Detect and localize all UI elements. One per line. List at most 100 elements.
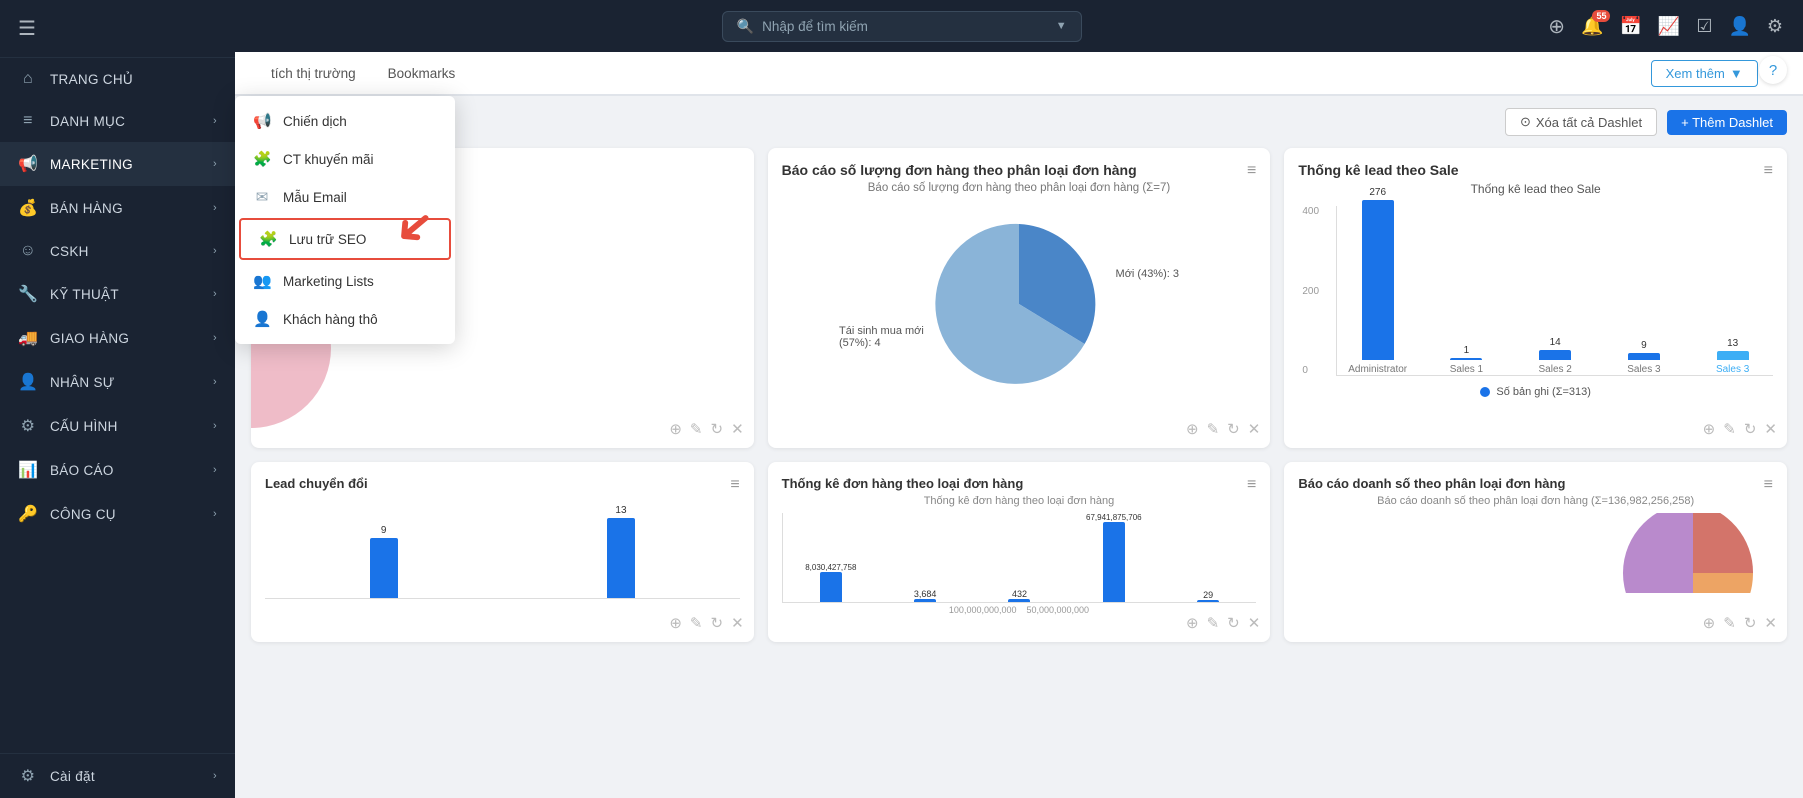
card3-refresh-icon[interactable]: ↻ <box>1744 420 1757 438</box>
chevron-right-icon-congcu: › <box>213 508 217 520</box>
notification-icon[interactable]: 🔔 55 <box>1581 16 1603 37</box>
chevron-right-icon-nhansu: › <box>213 376 217 388</box>
card2-refresh-icon[interactable]: ↻ <box>1227 420 1240 438</box>
card3-close-icon[interactable]: ✕ <box>1764 420 1777 438</box>
tab-bookmarks[interactable]: Bookmarks <box>372 56 472 93</box>
sidebar-item-nhan-su[interactable]: 👤 NHÂN SỰ › <box>0 360 235 404</box>
card2-close-icon[interactable]: ✕ <box>1248 420 1261 438</box>
them-dashlet-button[interactable]: + Thêm Dashlet <box>1667 110 1787 135</box>
sidebar-item-cong-cu[interactable]: 🔑 CÔNG CỤ › <box>0 492 235 536</box>
card-r2-1-menu[interactable]: ≡ <box>730 476 739 494</box>
dashboard: ⊙ Xóa tất cả Dashlet + Thêm Dashlet Tặng… <box>235 96 1803 798</box>
card-r2-3-add-icon[interactable]: ⊕ <box>1703 614 1716 632</box>
sidebar-item-ky-thuat[interactable]: 🔧 KỸ THUẬT › <box>0 272 235 316</box>
card-r2-2-edit-icon[interactable]: ✎ <box>1207 614 1220 632</box>
card-r2-2-subtitle: Thống kê đơn hàng theo loại đơn hàng <box>782 495 1257 507</box>
dropdown-item-luu-tru-seo[interactable]: 🧩 Lưu trữ SEO <box>239 218 451 260</box>
card1-edit-icon[interactable]: ✎ <box>690 420 703 438</box>
card2-menu-icon[interactable]: ≡ <box>1247 162 1256 180</box>
card3-edit-icon[interactable]: ✎ <box>1723 420 1736 438</box>
marketing-lists-icon: 👥 <box>253 272 271 290</box>
dash-toolbar: ⊙ Xóa tất cả Dashlet + Thêm Dashlet <box>251 108 1787 136</box>
chevron-right-icon-banhang: › <box>213 202 217 214</box>
dashboard-grid-row2: ≡ Lead chuyển đổi 9 13 ⊕ ✎ ↻ <box>251 462 1787 642</box>
card1-close-icon[interactable]: ✕ <box>731 420 744 438</box>
card-r2-2-add-icon[interactable]: ⊕ <box>1186 614 1199 632</box>
hr-icon: 👤 <box>18 372 38 392</box>
bar-val-admin: 276 <box>1369 187 1386 198</box>
card-r2-3-menu[interactable]: ≡ <box>1764 476 1773 494</box>
luu-tru-seo-icon: 🧩 <box>259 230 277 248</box>
card-r2-2-close-icon[interactable]: ✕ <box>1248 614 1261 632</box>
sidebar-item-trang-chu[interactable]: ⌂ TRANG CHỦ <box>0 58 235 100</box>
card3-menu-icon[interactable]: ≡ <box>1764 162 1773 180</box>
bar-sales1: 1 Sales 1 <box>1426 345 1507 375</box>
sidebar-item-giao-hang[interactable]: 🚚 GIAO HÀNG › <box>0 316 235 360</box>
y-label-0: 0 <box>1302 365 1319 376</box>
delivery-icon: 🚚 <box>18 328 38 348</box>
sidebar-item-cskh[interactable]: ☺ CSKH › <box>0 230 235 272</box>
dropdown-item-ct-khuyen-mai[interactable]: 🧩 CT khuyến mãi <box>235 140 455 178</box>
card-r2-1-refresh-icon[interactable]: ↻ <box>711 614 724 632</box>
sidebar-item-marketing[interactable]: 📢 MARKETING › <box>0 142 235 186</box>
bar-sales4: 13 Sales 3 <box>1692 338 1773 375</box>
check-icon[interactable]: ☑ <box>1696 16 1712 37</box>
sales-icon: 💰 <box>18 198 38 218</box>
dropdown-item-mau-email[interactable]: ✉ Mẫu Email <box>235 178 455 216</box>
dropdown-item-marketing-lists[interactable]: 👥 Marketing Lists <box>235 262 455 300</box>
card3-legend: Số bản ghi (Σ=313) <box>1298 386 1773 398</box>
sidebar-label-cong-cu: CÔNG CỤ <box>50 507 213 522</box>
sidebar-item-ban-hang[interactable]: 💰 BÁN HÀNG › <box>0 186 235 230</box>
card-r2-1-close-icon[interactable]: ✕ <box>731 614 744 632</box>
khach-hang-tho-icon: 👤 <box>253 310 271 328</box>
add-icon[interactable]: ⊕ <box>1548 14 1565 39</box>
dropdown-item-khach-hang-tho[interactable]: 👤 Khách hàng thô <box>235 300 455 338</box>
search-placeholder: Nhập để tìm kiếm <box>762 19 1056 34</box>
search-bar[interactable]: 🔍 Nhập để tìm kiếm ▼ <box>722 11 1082 42</box>
dropdown-item-chien-dich[interactable]: 📢 Chiến dịch <box>235 102 455 140</box>
card-r2-3-edit-icon[interactable]: ✎ <box>1723 614 1736 632</box>
gear-icon-header[interactable]: ⚙ <box>1767 16 1783 37</box>
sidebar-bottom: ⚙ Cài đặt › <box>0 753 235 798</box>
bar-label-s4: Sales 3 <box>1716 364 1749 375</box>
bar-s1 <box>1450 358 1482 360</box>
marketing-dropdown: 📢 Chiến dịch 🧩 CT khuyến mãi ✉ Mẫu Email… <box>235 96 455 344</box>
card-r2-1-edit-icon[interactable]: ✎ <box>690 614 703 632</box>
sidebar-label-cskh: CSKH <box>50 244 213 259</box>
card-r2-3-refresh-icon[interactable]: ↻ <box>1744 614 1757 632</box>
card3-actions: ⊕ ✎ ↻ ✕ <box>1703 420 1777 438</box>
help-icon[interactable]: ? <box>1759 56 1787 84</box>
sidebar-label-marketing: MARKETING <box>50 157 213 172</box>
hamburger-icon[interactable]: ☰ <box>18 16 36 41</box>
chien-dich-icon: 📢 <box>253 112 271 130</box>
xoa-dashlet-button[interactable]: ⊙ Xóa tất cả Dashlet <box>1505 108 1657 136</box>
chevron-right-icon-cauhinh: › <box>213 420 217 432</box>
user-icon[interactable]: 👤 <box>1728 16 1750 37</box>
card-r2-2-menu[interactable]: ≡ <box>1247 476 1256 494</box>
marketing-icon: 📢 <box>18 154 38 174</box>
card1-add-icon[interactable]: ⊕ <box>669 420 682 438</box>
sidebar-item-danh-muc[interactable]: ≡ DANH MỤC › <box>0 100 235 142</box>
main-content: 🔍 Nhập để tìm kiếm ▼ ⊕ 🔔 55 📅 📈 ☑ 👤 ⚙ ? … <box>235 0 1803 798</box>
chevron-right-icon-cskh: › <box>213 245 217 257</box>
bar-sales3: 9 Sales 3 <box>1604 340 1685 375</box>
card-r2-1-add-icon[interactable]: ⊕ <box>669 614 682 632</box>
report-icon: 📊 <box>18 460 38 480</box>
card-r2-3-close-icon[interactable]: ✕ <box>1764 614 1777 632</box>
tab-phan-tich[interactable]: tích thị trường <box>255 56 372 93</box>
card1-actions: ⊕ ✎ ↻ ✕ <box>669 420 743 438</box>
sidebar-label-ban-hang: BÁN HÀNG <box>50 201 213 216</box>
card2-edit-icon[interactable]: ✎ <box>1207 420 1220 438</box>
card-r2-2-refresh-icon[interactable]: ↻ <box>1227 614 1240 632</box>
chevron-right-icon-caidat: › <box>213 770 217 782</box>
chart-icon[interactable]: 📈 <box>1658 16 1680 37</box>
sidebar-item-cai-dat[interactable]: ⚙ Cài đặt › <box>0 754 235 798</box>
sidebar-item-cau-hinh[interactable]: ⚙ CẤU HÌNH › <box>0 404 235 448</box>
card1-refresh-icon[interactable]: ↻ <box>711 420 724 438</box>
xem-them-button[interactable]: Xem thêm ▼ <box>1651 60 1758 87</box>
sidebar-item-bao-cao[interactable]: 📊 BÁO CÁO › <box>0 448 235 492</box>
sidebar-label-danh-muc: DANH MỤC <box>50 114 213 129</box>
card3-add-icon[interactable]: ⊕ <box>1703 420 1716 438</box>
card2-add-icon[interactable]: ⊕ <box>1186 420 1199 438</box>
calendar-icon[interactable]: 📅 <box>1619 16 1641 37</box>
